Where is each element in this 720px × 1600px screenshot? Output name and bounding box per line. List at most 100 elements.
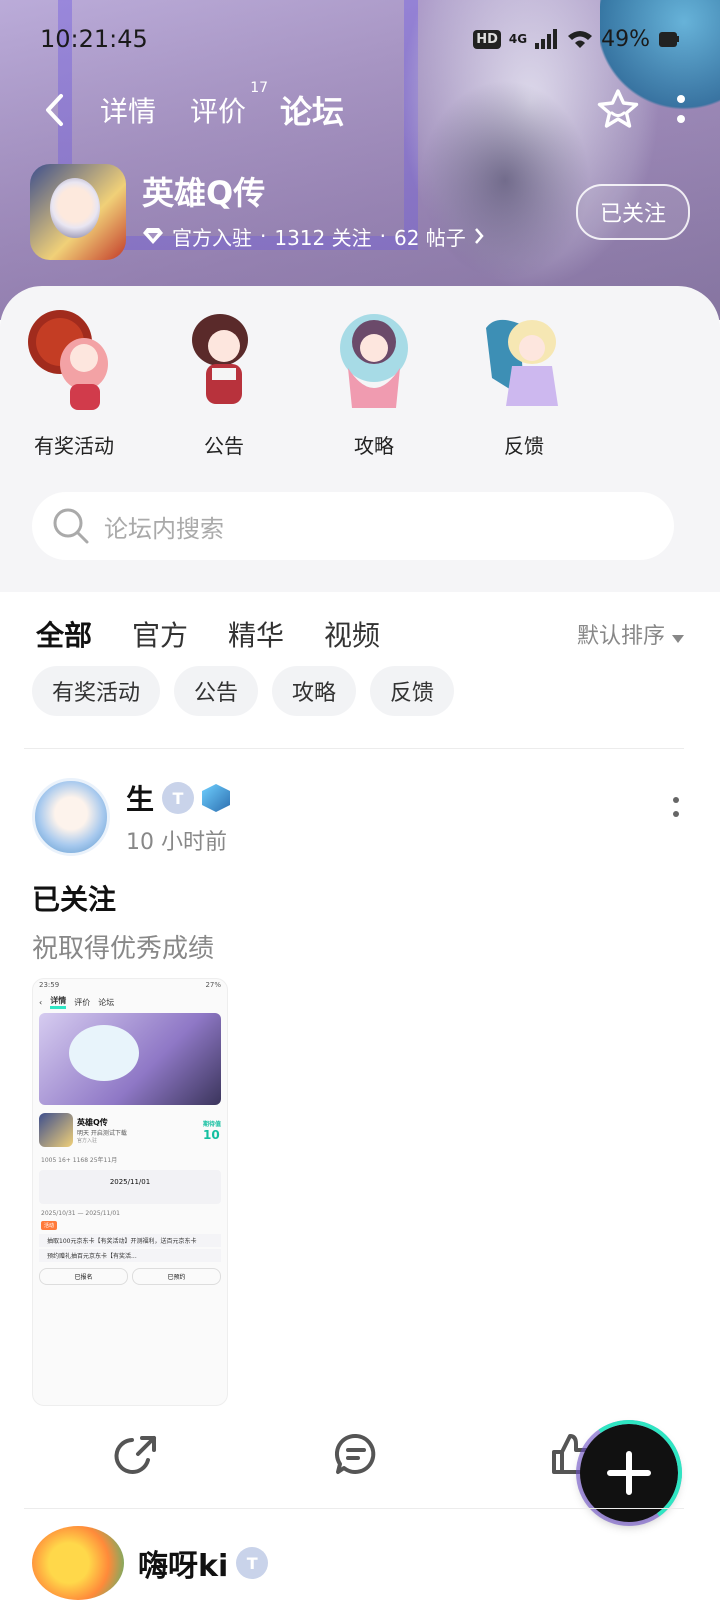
chip-notice[interactable]: 公告: [174, 666, 259, 716]
more-icon: [673, 797, 679, 817]
follow-button[interactable]: 已关注: [575, 184, 690, 240]
author-name[interactable]: 嗨呀ki: [138, 1541, 228, 1585]
forum-search-bar[interactable]: 论坛内搜索: [32, 492, 674, 560]
mini-stats: 1005 16+ 1168 25年11月: [41, 1157, 118, 1164]
battery-icon: [659, 32, 679, 47]
chip-feedback[interactable]: 反馈: [370, 666, 455, 716]
mini-tag: 活动: [41, 1221, 58, 1230]
mini-tab: 论坛: [98, 997, 115, 1007]
mini-game-sub: 明天 开启测试下载: [77, 1129, 127, 1137]
tab-details[interactable]: 详情: [92, 90, 164, 130]
official-label: 官方入驻: [172, 225, 252, 250]
gem-badge-icon: [202, 784, 231, 812]
mini-score-value: 10: [202, 1127, 220, 1142]
chevron-right-icon: [474, 228, 484, 244]
category-activity[interactable]: 有奖活动: [26, 308, 122, 459]
category-feedback[interactable]: 反馈: [476, 308, 572, 459]
reviews-count-badge: 17: [250, 80, 269, 96]
post-header: 生 T 10 小时前: [32, 778, 680, 858]
level-badge: T: [162, 782, 195, 814]
caret-down-icon: [672, 635, 684, 643]
mini-score-label: 期待值: [202, 1120, 221, 1128]
battery-label: 49%: [601, 26, 650, 52]
guide-character-icon: [340, 314, 408, 408]
tab-reviews-label: 评价: [190, 95, 247, 128]
mini-date: 2025/11/01: [109, 1178, 151, 1186]
author-name-row: 生 T: [126, 778, 231, 818]
divider: [24, 748, 684, 749]
author-info: 生 T 10 小时前: [126, 778, 231, 858]
back-button[interactable]: [34, 82, 74, 138]
category-guide[interactable]: 攻略: [326, 308, 422, 459]
status-bar: 10:21:45 HD 4G 49%: [40, 22, 680, 56]
post-header-2: 嗨呀ki T: [32, 1526, 269, 1600]
mini-activity-line-1: 抽取100元京东卡【有奖活动】开测福利，送百元京东卡: [39, 1234, 221, 1247]
top-nav: 详情 评价 17 论坛: [34, 80, 686, 138]
filter-tab-featured[interactable]: 精华: [228, 614, 284, 654]
app-root: { "status_bar": {"time": "10:21:45", "hd…: [0, 0, 720, 1600]
chip-activity[interactable]: 有奖活动: [32, 666, 161, 716]
mini-status-bar: 23:59 27%: [33, 979, 227, 993]
game-title: 英雄Q传: [142, 173, 266, 212]
mini-game-text: 英雄Q传 明天 开启测试下载 官方入驻: [77, 1117, 127, 1144]
filter-tab-official[interactable]: 官方: [132, 614, 188, 654]
mini-activity-line-2: 预约赠礼抽百元京东卡【有奖活...: [39, 1249, 221, 1262]
mini-official: 官方入驻: [77, 1137, 98, 1144]
sort-dropdown[interactable]: 默认排序: [577, 618, 684, 650]
chip-guide[interactable]: 攻略: [272, 666, 357, 716]
feedback-character-icon: [486, 319, 558, 406]
status-time: 10:21:45: [40, 25, 148, 53]
star-icon[interactable]: [596, 88, 640, 132]
mini-activity-header: 活动: [33, 1219, 227, 1232]
mini-time: 23:59: [39, 981, 60, 989]
back-arrow-icon: [46, 94, 63, 126]
mini-game-icon: [39, 1113, 73, 1147]
game-meta[interactable]: 官方入驻 · 1312 关注 · 62 帖子: [142, 222, 484, 251]
post-title[interactable]: 已关注: [32, 878, 116, 918]
category-label: 反馈: [504, 434, 544, 458]
sort-label: 默认排序: [576, 624, 665, 649]
network-label: 4G: [508, 32, 528, 46]
filter-tab-video[interactable]: 视频: [324, 614, 380, 654]
more-icon[interactable]: [676, 92, 686, 128]
plus-icon: [607, 1451, 651, 1495]
mini-tab: 评价: [74, 997, 91, 1007]
tab-forum[interactable]: 论坛: [272, 87, 353, 137]
mini-game-bar: 英雄Q传 明天 开启测试下载 官方入驻 期待值 10: [33, 1107, 227, 1153]
author-name-row: 嗨呀ki T: [138, 1541, 269, 1585]
wifi-icon: [568, 31, 593, 48]
post-body[interactable]: 祝取得优秀成绩: [32, 928, 214, 965]
mini-battery: 27%: [205, 981, 221, 989]
author-name[interactable]: 生: [126, 778, 154, 818]
mini-test-period: 2025/10/31 — 2025/11/01: [41, 1210, 120, 1217]
mini-banner-art: [69, 1025, 139, 1081]
search-icon: [53, 508, 89, 544]
category-label: 攻略: [354, 434, 394, 458]
game-header: 英雄Q传 官方入驻 · 1312 关注 · 62 帖子 已关注: [30, 164, 690, 260]
mini-date-card: 2025/11/01: [39, 1170, 221, 1204]
meta-separator-1: ·: [260, 224, 267, 248]
level-badge: T: [236, 1547, 269, 1579]
forum-panel: 有奖活动 公告 攻略 反馈 论坛内搜索: [0, 286, 720, 592]
meta-separator-2: ·: [379, 224, 386, 248]
game-info: 英雄Q传 官方入驻 · 1312 关注 · 62 帖子: [142, 174, 484, 251]
nav-actions: [596, 88, 686, 132]
category-notice[interactable]: 公告: [176, 308, 272, 459]
filter-tab-all[interactable]: 全部: [36, 614, 93, 658]
activity-character-icon: [28, 310, 108, 410]
avatar[interactable]: [32, 778, 110, 856]
mini-tab: 详情: [50, 995, 67, 1009]
post-time: 10 小时前: [126, 830, 227, 855]
tab-reviews[interactable]: 评价 17: [182, 80, 268, 130]
category-row: 有奖活动 公告 攻略 反馈: [26, 308, 572, 459]
game-icon[interactable]: [30, 164, 126, 260]
comment-icon[interactable]: [332, 1430, 380, 1478]
mini-button-2: 已预约: [132, 1268, 221, 1285]
game-icon-character: [50, 178, 100, 238]
post-count: 62 帖子: [393, 225, 466, 250]
avatar[interactable]: [32, 1526, 124, 1600]
mini-buttons: 已报名 已预约: [33, 1264, 227, 1289]
share-icon[interactable]: [114, 1430, 162, 1478]
post-image[interactable]: 23:59 27% ‹ 详情 评价 论坛 英雄Q传 明天 开启测试下载 官方入驻 期待…: [32, 978, 228, 1406]
post-more-button[interactable]: [672, 796, 680, 858]
